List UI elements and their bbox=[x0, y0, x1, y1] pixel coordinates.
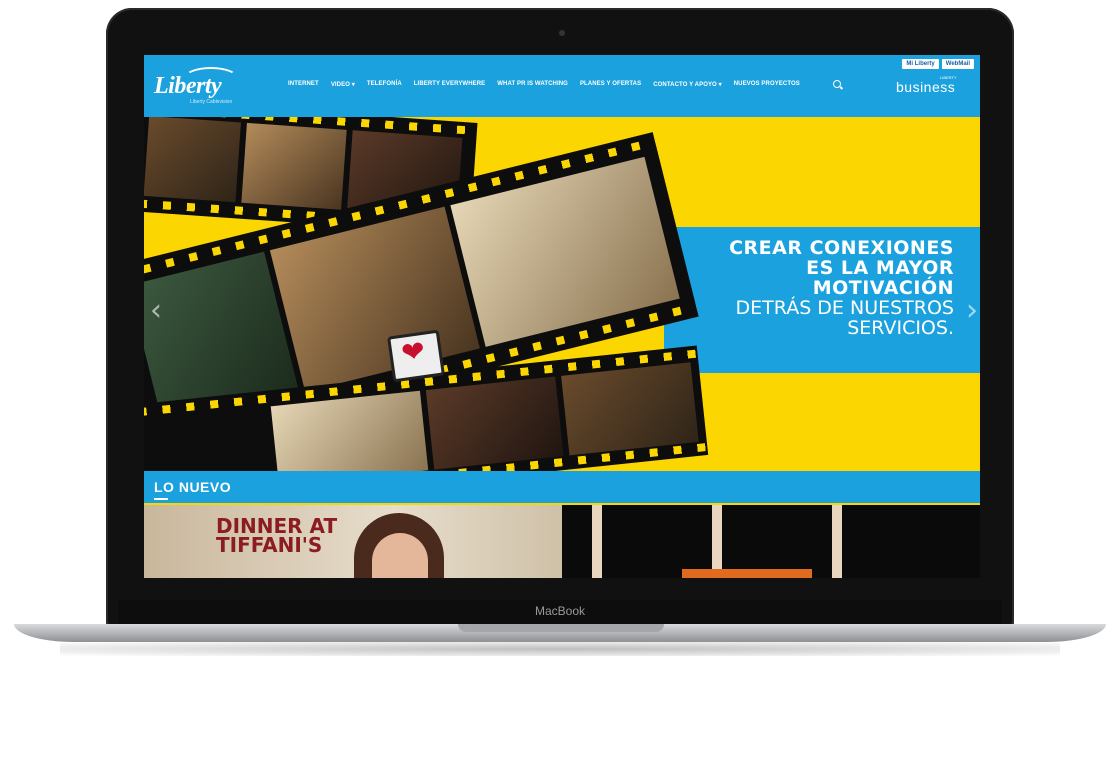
nav-liberty-everywhere[interactable]: LIBERTY EVERYWHERE bbox=[414, 81, 485, 88]
section-title: LO NUEVO bbox=[154, 479, 232, 495]
video-thumbnail-dark[interactable] bbox=[562, 505, 980, 578]
device-label: MacBook bbox=[534, 604, 586, 618]
film-frame bbox=[270, 390, 429, 471]
hero-banner[interactable]: CREAR CONEXIONES ES LA MAYOR MOTIVACIÓN … bbox=[144, 117, 980, 471]
webmail-button[interactable]: WebMail bbox=[941, 59, 974, 69]
headline-line-5: SERVICIOS. bbox=[847, 316, 954, 339]
thumbnail-glow bbox=[682, 569, 812, 578]
camera-icon bbox=[559, 30, 565, 36]
search-icon[interactable] bbox=[833, 80, 841, 88]
laptop-notch bbox=[458, 624, 664, 632]
lo-nuevo-bar: LO NUEVO bbox=[144, 471, 980, 503]
nav-planes-y-ofertas[interactable]: PLANES Y OFERTAS bbox=[580, 81, 641, 88]
account-links: Mi Liberty WebMail bbox=[902, 59, 974, 69]
headline-line-3: MOTIVACIÓN bbox=[812, 276, 954, 299]
laptop-shadow bbox=[60, 642, 1060, 656]
film-frame bbox=[425, 376, 564, 470]
nav-telefonia[interactable]: TELEFONÍA bbox=[367, 81, 402, 88]
film-frame bbox=[144, 117, 241, 203]
heart-tablet-icon bbox=[387, 329, 445, 383]
thumbnail-light-bar bbox=[712, 505, 722, 578]
laptop-chin: MacBook bbox=[118, 600, 1002, 626]
main-nav: INTERNET VIDEO ▾ TELEFONÍA LIBERTY EVERY… bbox=[288, 81, 800, 88]
video-thumbnail-dinner[interactable]: DINNER AT TIFFANI'S bbox=[144, 505, 562, 578]
carousel-prev-icon[interactable]: ‹ bbox=[150, 293, 162, 328]
thumbnail-light-bar bbox=[832, 505, 842, 578]
thumbnail-title: DINNER AT TIFFANI'S bbox=[216, 516, 337, 557]
screen: Liberty Liberty Cablevision INTERNET VID… bbox=[144, 55, 980, 578]
film-frame bbox=[241, 122, 347, 210]
mi-liberty-button[interactable]: Mi Liberty bbox=[902, 59, 939, 69]
headline-line-2: ES LA MAYOR bbox=[806, 256, 954, 279]
headline-line-1: CREAR CONEXIONES bbox=[729, 237, 954, 259]
film-frame bbox=[561, 362, 699, 456]
nav-nuevos-proyectos[interactable]: NUEVOS PROYECTOS bbox=[734, 81, 800, 88]
nav-video[interactable]: VIDEO ▾ bbox=[331, 81, 355, 88]
hero-headline: CREAR CONEXIONES ES LA MAYOR MOTIVACIÓN … bbox=[729, 237, 954, 339]
thumbnail-light-bar bbox=[592, 505, 602, 578]
section-underline bbox=[154, 498, 168, 500]
headline-line-4: DETRÁS DE NUESTROS bbox=[735, 296, 954, 319]
nav-contacto-y-apoyo[interactable]: CONTACTO Y APOYO ▾ bbox=[653, 81, 722, 88]
logo-subtitle: Liberty Cablevision bbox=[190, 99, 233, 105]
thumbnail-title-line-2: TIFFANI'S bbox=[216, 533, 323, 557]
business-logo[interactable]: business bbox=[896, 79, 955, 95]
site-header: Liberty Liberty Cablevision INTERNET VID… bbox=[144, 55, 980, 117]
nav-what-pr-is-watching[interactable]: WHAT PR IS WATCHING bbox=[497, 81, 568, 88]
nav-internet[interactable]: INTERNET bbox=[288, 81, 319, 88]
carousel-next-icon[interactable]: › bbox=[966, 293, 978, 328]
liberty-logo[interactable]: Liberty bbox=[154, 73, 222, 100]
